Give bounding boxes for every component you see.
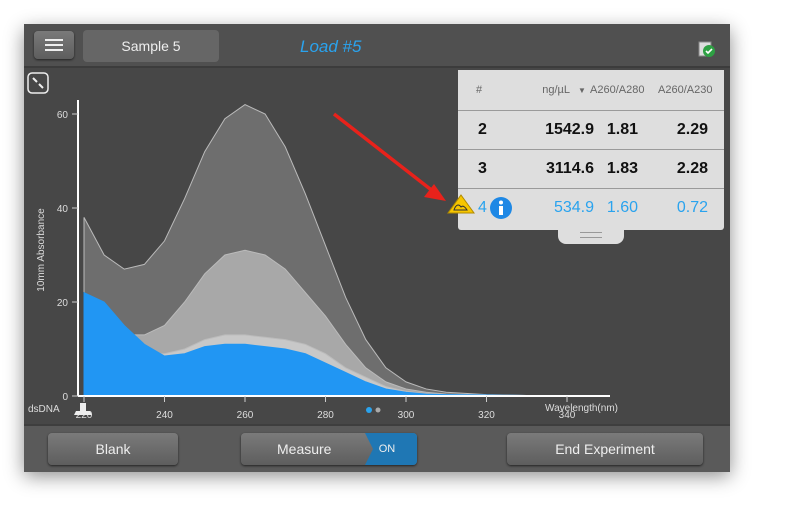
col-id: # xyxy=(476,84,483,96)
row-conc: 534.9 xyxy=(553,199,594,216)
y-tick-label: 40 xyxy=(57,204,69,215)
row-a280: 1.81 xyxy=(606,121,638,138)
x-tick-label: 300 xyxy=(398,410,415,421)
sort-arrow-icon[interactable]: ▼ xyxy=(578,86,586,95)
info-icon[interactable] xyxy=(490,197,512,219)
menu-button[interactable] xyxy=(34,31,74,59)
row-a230: 0.72 xyxy=(676,199,708,216)
sample-name-button[interactable]: Sample 5 xyxy=(83,30,219,62)
top-bar: Sample 5 Load #5 xyxy=(24,24,730,68)
row-a230: 2.29 xyxy=(676,121,708,138)
bottom-bar: Blank Measure ON End Experiment xyxy=(24,424,730,472)
sample-type-label: dsDNA xyxy=(28,404,60,415)
page-indicator[interactable] xyxy=(365,406,385,414)
results-table: # ng/µL ▼ A260/A280 A260/A230 2 1542.9 1… xyxy=(458,70,724,244)
table-header: # ng/µL ▼ A260/A280 A260/A230 xyxy=(458,70,724,110)
x-tick-label: 280 xyxy=(317,410,334,421)
row-a230: 2.28 xyxy=(676,160,708,177)
row-id: 3 xyxy=(478,160,487,177)
measure-toggle[interactable]: Measure ON xyxy=(241,433,417,465)
annotation-arrow xyxy=(332,112,446,201)
table-drag-handle[interactable] xyxy=(558,228,624,244)
x-axis-label: Wavelength(nm) xyxy=(545,403,618,414)
measure-label: Measure xyxy=(277,441,332,457)
y-tick-label: 60 xyxy=(57,110,69,121)
app-window: Sample 5 Load #5 220 240 260 280 300 320 340 0 2… xyxy=(24,24,730,472)
pedestal-icon[interactable] xyxy=(72,401,94,417)
instrument-status-icon[interactable] xyxy=(696,36,716,58)
measure-state: ON xyxy=(365,433,417,465)
x-tick-label: 240 xyxy=(156,410,173,421)
col-a280: A260/A280 xyxy=(590,84,645,96)
end-experiment-button[interactable]: End Experiment xyxy=(507,433,703,465)
y-tick-label: 0 xyxy=(62,392,68,403)
row-conc: 1542.9 xyxy=(545,121,594,138)
hamburger-icon xyxy=(45,39,63,51)
col-conc[interactable]: ng/µL xyxy=(536,84,570,96)
y-axis-label: 10mm Absorbance xyxy=(36,208,47,292)
row-id: 2 xyxy=(478,121,487,138)
y-tick-label: 20 xyxy=(57,298,69,309)
row-a280: 1.60 xyxy=(606,199,638,216)
table-row-selected[interactable]: 4 534.9 1.60 0.72 xyxy=(458,188,724,227)
blank-button[interactable]: Blank xyxy=(48,433,178,465)
col-a230: A260/A230 xyxy=(658,84,713,96)
row-conc: 3114.6 xyxy=(545,160,594,177)
x-tick-label: 320 xyxy=(478,410,495,421)
table-row[interactable]: 3 3114.6 1.83 2.28 xyxy=(458,149,724,188)
zoom-toggle-icon[interactable] xyxy=(27,72,49,94)
row-id: 4 xyxy=(478,199,487,216)
load-label: Load #5 xyxy=(300,37,362,56)
x-tick-label: 260 xyxy=(237,410,254,421)
table-row[interactable]: 2 1542.9 1.81 2.29 xyxy=(458,110,724,149)
row-a280: 1.83 xyxy=(606,160,638,177)
